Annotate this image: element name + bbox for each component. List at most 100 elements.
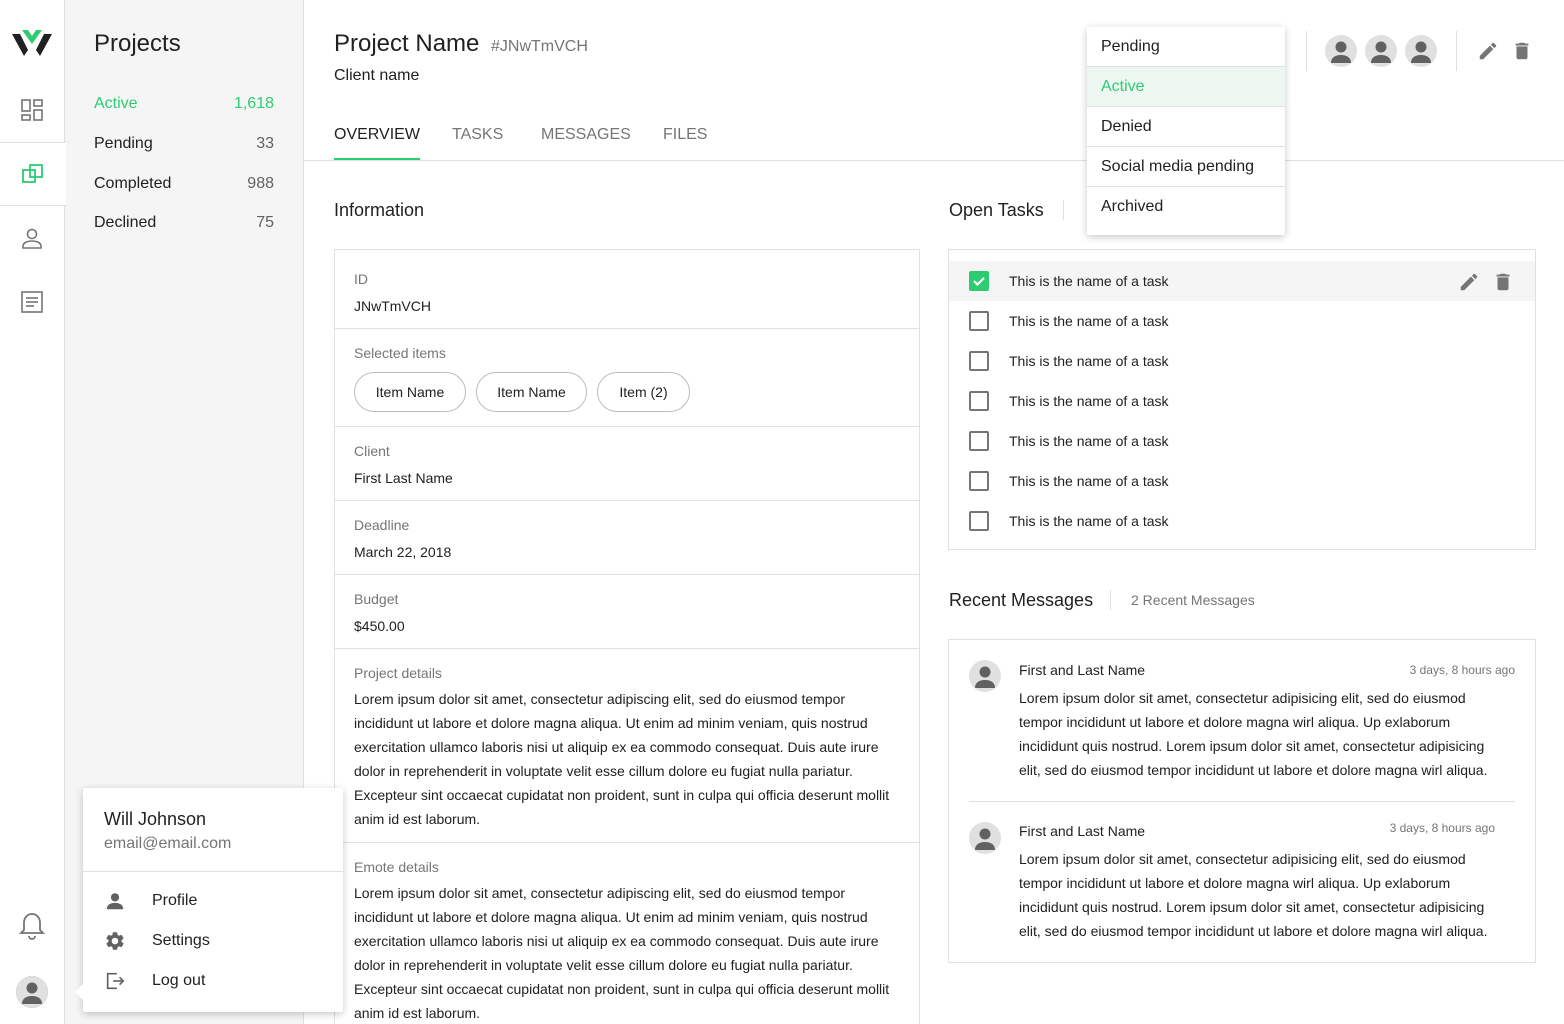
account-avatar[interactable] xyxy=(16,976,48,1008)
task-name: This is the name of a task xyxy=(1009,473,1169,489)
info-label: Client xyxy=(354,443,390,459)
tab-overview[interactable]: OVERVIEW xyxy=(334,126,420,160)
projects-icon xyxy=(22,164,43,183)
tab-files[interactable]: FILES xyxy=(663,126,707,160)
logo-icon[interactable] xyxy=(12,26,52,56)
user-email: email@email.com xyxy=(104,835,232,852)
header-divider xyxy=(1456,31,1457,71)
status-option-archived[interactable]: Archived xyxy=(1087,187,1285,227)
message-body: Lorem ipsum dolor sit amet, consectetur … xyxy=(1019,851,1488,939)
task-name: This is the name of a task xyxy=(1009,313,1169,329)
task-name: This is the name of a task xyxy=(1009,353,1169,369)
trash-icon[interactable] xyxy=(1492,271,1514,293)
filter-count: 33 xyxy=(256,135,274,152)
person-icon xyxy=(1371,41,1391,63)
tab-tasks[interactable]: TASKS xyxy=(452,126,503,160)
info-label: Emote details xyxy=(354,859,439,875)
member-avatar[interactable] xyxy=(1405,35,1437,67)
tasks-card: This is the name of a task This is the n… xyxy=(948,249,1536,550)
task-row[interactable]: This is the name of a task xyxy=(949,261,1535,301)
bell-icon[interactable] xyxy=(16,910,48,942)
task-checkbox[interactable] xyxy=(969,311,989,331)
message-item[interactable]: First and Last Name 3 days, 8 hours ago … xyxy=(949,640,1535,801)
task-checkbox[interactable] xyxy=(969,471,989,491)
task-checkbox[interactable] xyxy=(969,431,989,451)
edit-icon[interactable] xyxy=(1477,40,1499,62)
filter-count: 1,618 xyxy=(233,95,274,112)
menu-item-label: Log out xyxy=(152,972,206,989)
task-row[interactable]: This is the name of a task xyxy=(949,341,1535,381)
person-icon xyxy=(104,890,126,912)
filter-count: 75 xyxy=(256,214,274,231)
header-divider xyxy=(1306,31,1307,71)
tab-messages[interactable]: MESSAGES xyxy=(541,126,631,160)
nav-projects[interactable] xyxy=(0,142,66,206)
info-value: JNwTmVCH xyxy=(354,298,431,314)
status-option-active[interactable]: Active xyxy=(1087,67,1285,107)
info-label: Budget xyxy=(354,591,399,607)
message-sender: First and Last Name xyxy=(1019,823,1146,839)
menu-item-label: Profile xyxy=(152,892,198,909)
menu-item-logout[interactable]: Log out xyxy=(104,966,324,996)
task-name: This is the name of a task xyxy=(1009,433,1169,449)
info-label: Selected items xyxy=(354,345,446,361)
menu-item-label: Settings xyxy=(152,932,210,949)
task-checkbox[interactable] xyxy=(969,511,989,531)
dashboard-icon xyxy=(21,99,43,121)
info-items-row: Selected items Item Name Item Name Item … xyxy=(335,329,919,427)
status-option-pending[interactable]: Pending xyxy=(1087,27,1285,67)
filter-label: Completed xyxy=(94,175,172,192)
task-row[interactable]: This is the name of a task xyxy=(949,461,1535,501)
filter-label: Declined xyxy=(94,214,157,231)
message-sender: First and Last Name xyxy=(1019,662,1146,678)
message-item[interactable]: First and Last Name 3 days, 8 hours ago … xyxy=(949,802,1535,962)
status-option-denied[interactable]: Denied xyxy=(1087,107,1285,147)
open-tasks-title: Open Tasks xyxy=(949,200,1044,220)
sender-avatar xyxy=(969,822,1001,854)
person-icon xyxy=(22,228,42,249)
member-avatar[interactable] xyxy=(1325,35,1357,67)
client-name: Client name xyxy=(334,67,420,84)
nav-dashboard[interactable] xyxy=(0,78,64,142)
task-checkbox[interactable] xyxy=(969,271,989,291)
info-label: ID xyxy=(354,271,368,287)
person-icon xyxy=(16,976,48,1008)
member-avatar[interactable] xyxy=(1365,35,1397,67)
menu-item-settings[interactable]: Settings xyxy=(104,926,324,956)
task-checkbox[interactable] xyxy=(969,391,989,411)
project-title: Project Name xyxy=(334,30,480,57)
task-row[interactable]: This is the name of a task xyxy=(949,501,1535,541)
edit-icon[interactable] xyxy=(1458,271,1480,293)
information-card: ID JNwTmVCH Selected items Item Name Ite… xyxy=(334,249,920,1024)
person-icon xyxy=(1411,41,1431,63)
info-deadline-row: Deadline March 22, 2018 xyxy=(335,501,919,575)
project-id-tag: #JNwTmVCH xyxy=(491,38,588,55)
filter-completed[interactable]: Completed 988 xyxy=(94,172,274,196)
person-icon xyxy=(975,666,995,688)
task-row[interactable]: This is the name of a task xyxy=(949,421,1535,461)
info-value: $450.00 xyxy=(354,618,405,634)
message-body: Lorem ipsum dolor sit amet, consectetur … xyxy=(1019,690,1488,778)
nav-users[interactable] xyxy=(0,206,64,270)
status-option-social-media-pending[interactable]: Social media pending xyxy=(1087,147,1285,187)
user-name: Will Johnson xyxy=(104,809,207,829)
information-title: Information xyxy=(334,200,425,220)
task-row[interactable]: This is the name of a task xyxy=(949,301,1535,341)
item-chip[interactable]: Item Name xyxy=(476,372,587,412)
item-chip[interactable]: Item Name xyxy=(354,372,466,412)
sidebar-title: Projects xyxy=(94,30,181,57)
document-icon xyxy=(21,291,43,313)
info-label: Project details xyxy=(354,665,442,681)
person-icon xyxy=(975,828,995,850)
menu-item-profile[interactable]: Profile xyxy=(104,886,324,916)
item-chip[interactable]: Item (2) xyxy=(597,372,690,412)
task-row[interactable]: This is the name of a task xyxy=(949,381,1535,421)
filter-active[interactable]: Active 1,618 xyxy=(94,92,274,116)
filter-declined[interactable]: Declined 75 xyxy=(94,211,274,235)
filter-pending[interactable]: Pending 33 xyxy=(94,132,274,156)
info-value: March 22, 2018 xyxy=(354,544,452,560)
trash-icon[interactable] xyxy=(1511,40,1533,62)
task-name: This is the name of a task xyxy=(1009,393,1169,409)
task-checkbox[interactable] xyxy=(969,351,989,371)
nav-documents[interactable] xyxy=(0,270,64,334)
